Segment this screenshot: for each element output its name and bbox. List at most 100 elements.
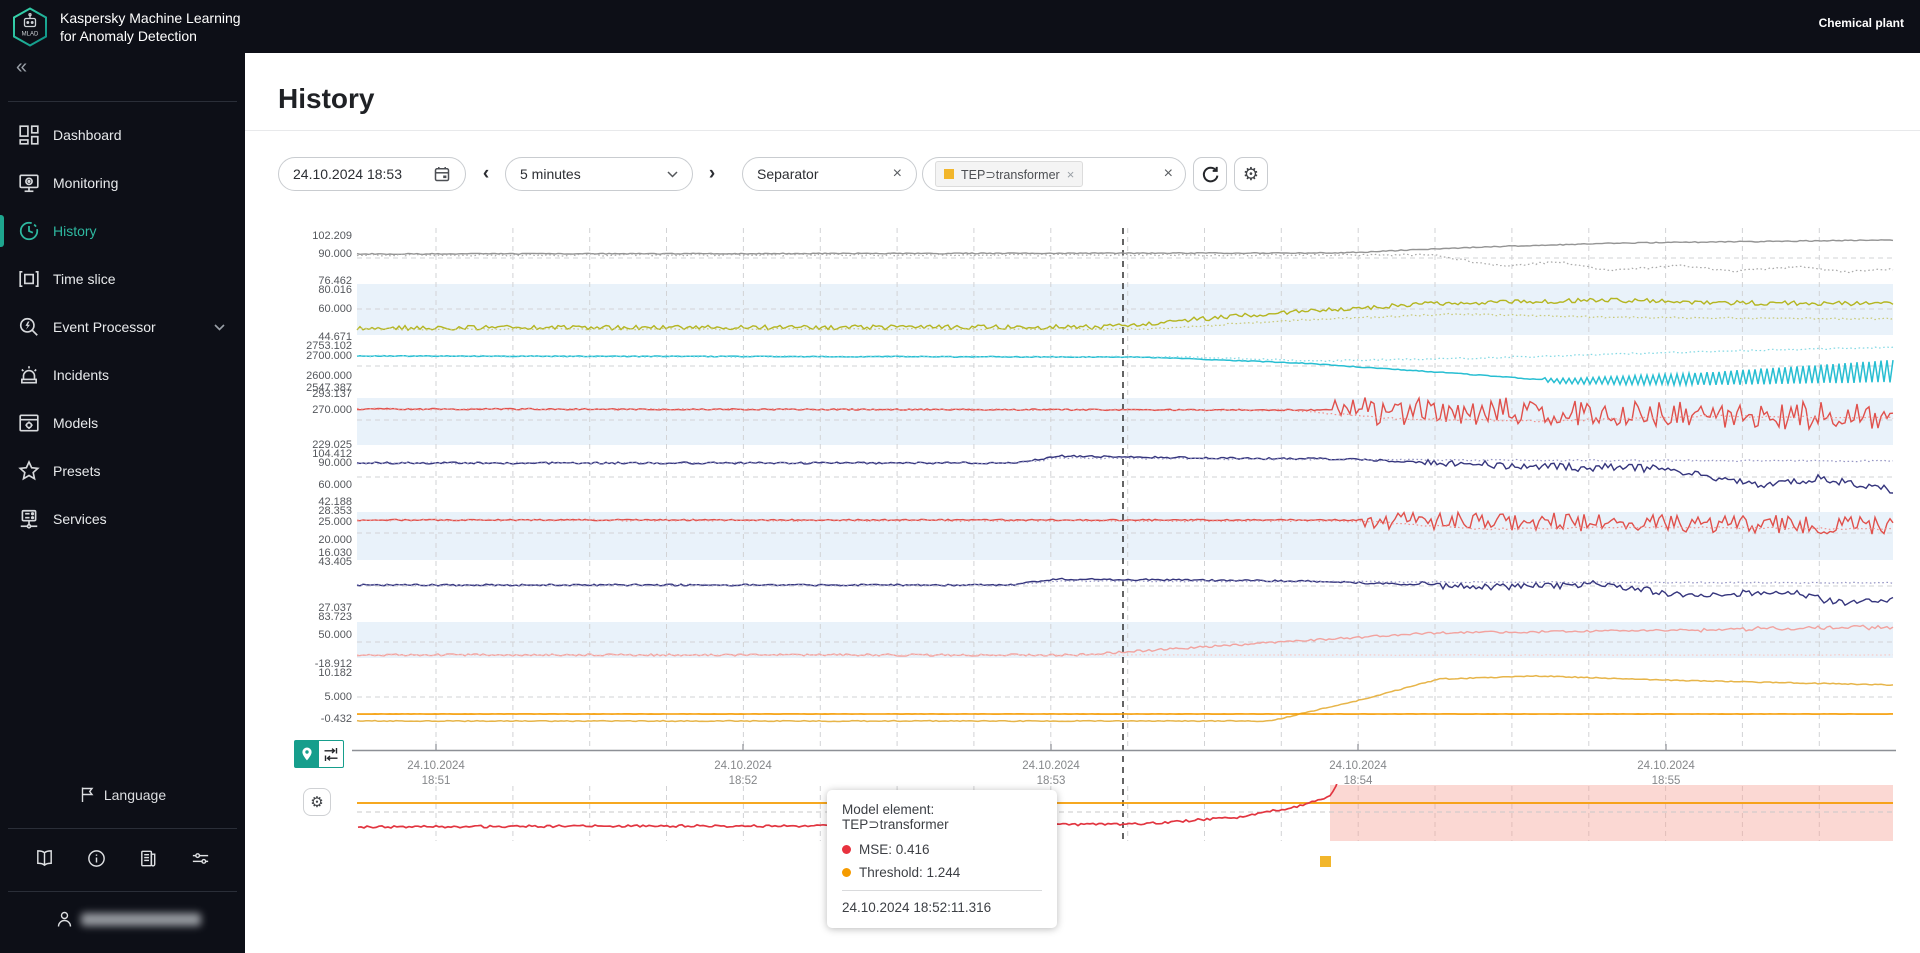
tooltip-mse-row: MSE: 0.416 — [842, 842, 1042, 857]
mlad-logo-icon: MLAD — [13, 7, 47, 47]
main-content: History 24.10.2024 18:53 ‹ 5 minutes › S… — [245, 53, 1920, 953]
y-axis-label: 80.016 — [318, 284, 352, 296]
next-interval-button[interactable]: › — [701, 157, 723, 191]
datetime-value: 24.10.2024 18:53 — [293, 166, 402, 182]
settings-sliders-icon[interactable] — [190, 848, 211, 869]
sidebar-footer-icons — [0, 842, 245, 874]
language-label: Language — [103, 786, 167, 803]
chart-settings-button[interactable]: ⚙ — [1234, 157, 1268, 191]
remove-chip-icon[interactable]: × — [1067, 167, 1075, 182]
info-icon[interactable] — [86, 848, 107, 869]
sidebar-divider — [8, 828, 237, 829]
model-color-swatch — [944, 169, 954, 179]
tooltip-threshold-row: Threshold: 1.244 — [842, 865, 1042, 880]
user-email-blurred — [81, 913, 201, 926]
sidebar-item-label: Event Processor — [53, 319, 156, 335]
sidebar-item-label: Services — [53, 511, 107, 527]
header-divider — [245, 130, 1920, 131]
mse-dot — [842, 845, 851, 854]
help-book-icon[interactable] — [34, 848, 55, 869]
y-axis-label: 25.000 — [318, 516, 352, 528]
sidebar-item-label: Time slice — [53, 271, 116, 287]
presets-icon — [18, 460, 40, 481]
sidebar-item-history[interactable]: History — [0, 207, 245, 255]
sidebar-item-incidents[interactable]: Incidents — [0, 351, 245, 399]
y-axis-label: 60.000 — [318, 303, 352, 315]
page-title: History — [278, 83, 375, 114]
tooltip-title: Model element: TEP⊃transformer — [842, 802, 949, 832]
svg-text:MLAD: MLAD — [22, 32, 39, 38]
tooltip-mse-value: MSE: 0.416 — [859, 842, 930, 857]
services-icon — [20, 509, 38, 529]
sidebar-item-label: Dashboard — [53, 127, 122, 143]
history-icon — [19, 221, 39, 241]
interval-select[interactable]: 5 minutes — [505, 157, 693, 191]
monitoring-icon — [19, 174, 39, 193]
y-axis-label: 90.000 — [318, 248, 352, 260]
y-axis-label: 10.182 — [318, 667, 352, 679]
refresh-button[interactable] — [1193, 157, 1227, 191]
interval-value: 5 minutes — [520, 166, 581, 182]
clear-models-icon[interactable]: × — [1164, 166, 1173, 182]
model-chip-label: TEP⊃transformer — [961, 167, 1060, 182]
sidebar-divider — [8, 891, 237, 892]
flag-icon — [81, 787, 94, 802]
sidebar-item-label: History — [53, 223, 97, 239]
sidebar-item-monitoring[interactable]: Monitoring — [0, 159, 245, 207]
compare-arrows-icon — [324, 747, 338, 761]
models-icon — [19, 414, 39, 432]
topbar: MLAD Kaspersky Machine Learning for Anom… — [0, 0, 1920, 53]
y-axis-label: -0.432 — [320, 713, 352, 725]
dashboard-icon — [19, 125, 39, 145]
threshold-dot — [842, 868, 851, 877]
mlad-history-page: « Dashboard Monitoring History Time slic… — [0, 0, 1920, 953]
y-axis-label: 90.000 — [318, 457, 352, 469]
sidebar-nav: Dashboard Monitoring History Time slice … — [0, 111, 245, 543]
user-account[interactable] — [56, 910, 201, 929]
y-axis-label: 20.000 — [318, 534, 352, 546]
y-axis-label: 50.000 — [318, 629, 352, 641]
y-axis-label: 293.137 — [312, 388, 352, 400]
y-axis-label: 102.209 — [312, 230, 352, 242]
app-title: Kaspersky Machine Learning for Anomaly D… — [60, 10, 241, 44]
chart-tooltip: Model element: TEP⊃transformer MSE: 0.41… — [827, 790, 1057, 928]
sidebar-item-label: Incidents — [53, 367, 110, 383]
sidebar-item-time-slice[interactable]: Time slice — [0, 255, 245, 303]
calendar-icon[interactable] — [433, 165, 451, 183]
incidents-icon — [21, 366, 37, 384]
compare-scale-button[interactable] — [319, 740, 344, 768]
gear-icon: ⚙ — [310, 793, 324, 811]
sidebar-item-label: Models — [53, 415, 99, 431]
chart-view-toggle — [294, 740, 344, 768]
model-chip[interactable]: TEP⊃transformer × — [935, 161, 1084, 187]
refresh-icon — [1202, 166, 1218, 182]
sidebar-item-dashboard[interactable]: Dashboard — [0, 111, 245, 159]
sidebar-item-models[interactable]: Models — [0, 399, 245, 447]
y-axis-label: 2700.000 — [306, 350, 352, 362]
y-axis-label: 5.000 — [324, 691, 352, 703]
user-icon — [57, 911, 72, 927]
datetime-input[interactable]: 24.10.2024 18:53 — [278, 157, 466, 191]
element-filter-input[interactable]: Separator × — [742, 157, 917, 191]
y-axis-label: 270.000 — [312, 404, 352, 416]
y-axis-label: 60.000 — [318, 479, 352, 491]
prev-interval-button[interactable]: ‹ — [475, 157, 497, 191]
sidebar-item-services[interactable]: Services — [0, 495, 245, 543]
element-filter-value: Separator — [757, 166, 819, 182]
changelog-icon[interactable] — [138, 848, 159, 869]
y-axis-label: 83.723 — [318, 611, 352, 623]
mse-chart-settings-button[interactable]: ⚙ — [303, 788, 331, 816]
language-button[interactable]: Language — [0, 778, 245, 811]
sidebar-item-label: Presets — [53, 463, 101, 479]
clear-filter-icon[interactable]: × — [893, 166, 902, 182]
tooltip-threshold-value: Threshold: 1.244 — [859, 865, 961, 880]
sidebar: « Dashboard Monitoring History Time slic… — [0, 0, 245, 953]
gear-icon: ⚙ — [1242, 163, 1260, 185]
sidebar-collapse-button[interactable]: « — [16, 56, 27, 79]
sidebar-item-event-processor[interactable]: Event Processor — [0, 303, 245, 351]
model-filter-input[interactable]: TEP⊃transformer × × — [922, 157, 1186, 191]
tooltip-divider — [842, 890, 1042, 891]
tooltip-timestamp: 24.10.2024 18:52:11.316 — [842, 900, 992, 915]
pin-view-button[interactable] — [294, 740, 319, 768]
sidebar-item-presets[interactable]: Presets — [0, 447, 245, 495]
